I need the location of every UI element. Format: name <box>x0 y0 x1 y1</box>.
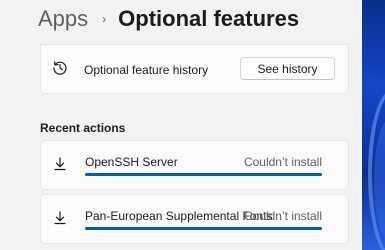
settings-page: Apps › Optional features Optional featur… <box>0 0 362 250</box>
action-status-text: Couldn’t install <box>243 155 322 169</box>
recent-actions-heading: Recent actions <box>40 121 126 135</box>
history-icon <box>52 60 68 81</box>
recent-action-item[interactable]: Pan-European Supplemental Fonts Couldn’t… <box>40 194 349 244</box>
download-icon <box>52 156 68 177</box>
breadcrumb-apps-link[interactable]: Apps <box>38 6 88 32</box>
progress-fill <box>85 227 322 230</box>
action-status-text: Couldn’t install <box>243 209 322 223</box>
page-title: Optional features <box>118 6 300 31</box>
action-progress-bar <box>85 173 322 176</box>
download-icon <box>52 210 68 231</box>
chevron-right-icon: › <box>102 12 107 26</box>
breadcrumb: Apps › Optional features <box>38 6 299 32</box>
action-feature-name: OpenSSH Server <box>85 155 178 169</box>
feature-history-card: Optional feature history See history <box>40 44 349 94</box>
feature-history-label: Optional feature history <box>84 63 209 77</box>
action-progress-bar <box>85 227 322 230</box>
progress-fill <box>85 173 322 176</box>
desktop-wallpaper <box>362 0 385 250</box>
see-history-button[interactable]: See history <box>240 57 335 80</box>
recent-action-item[interactable]: OpenSSH Server Couldn’t install <box>40 140 349 190</box>
